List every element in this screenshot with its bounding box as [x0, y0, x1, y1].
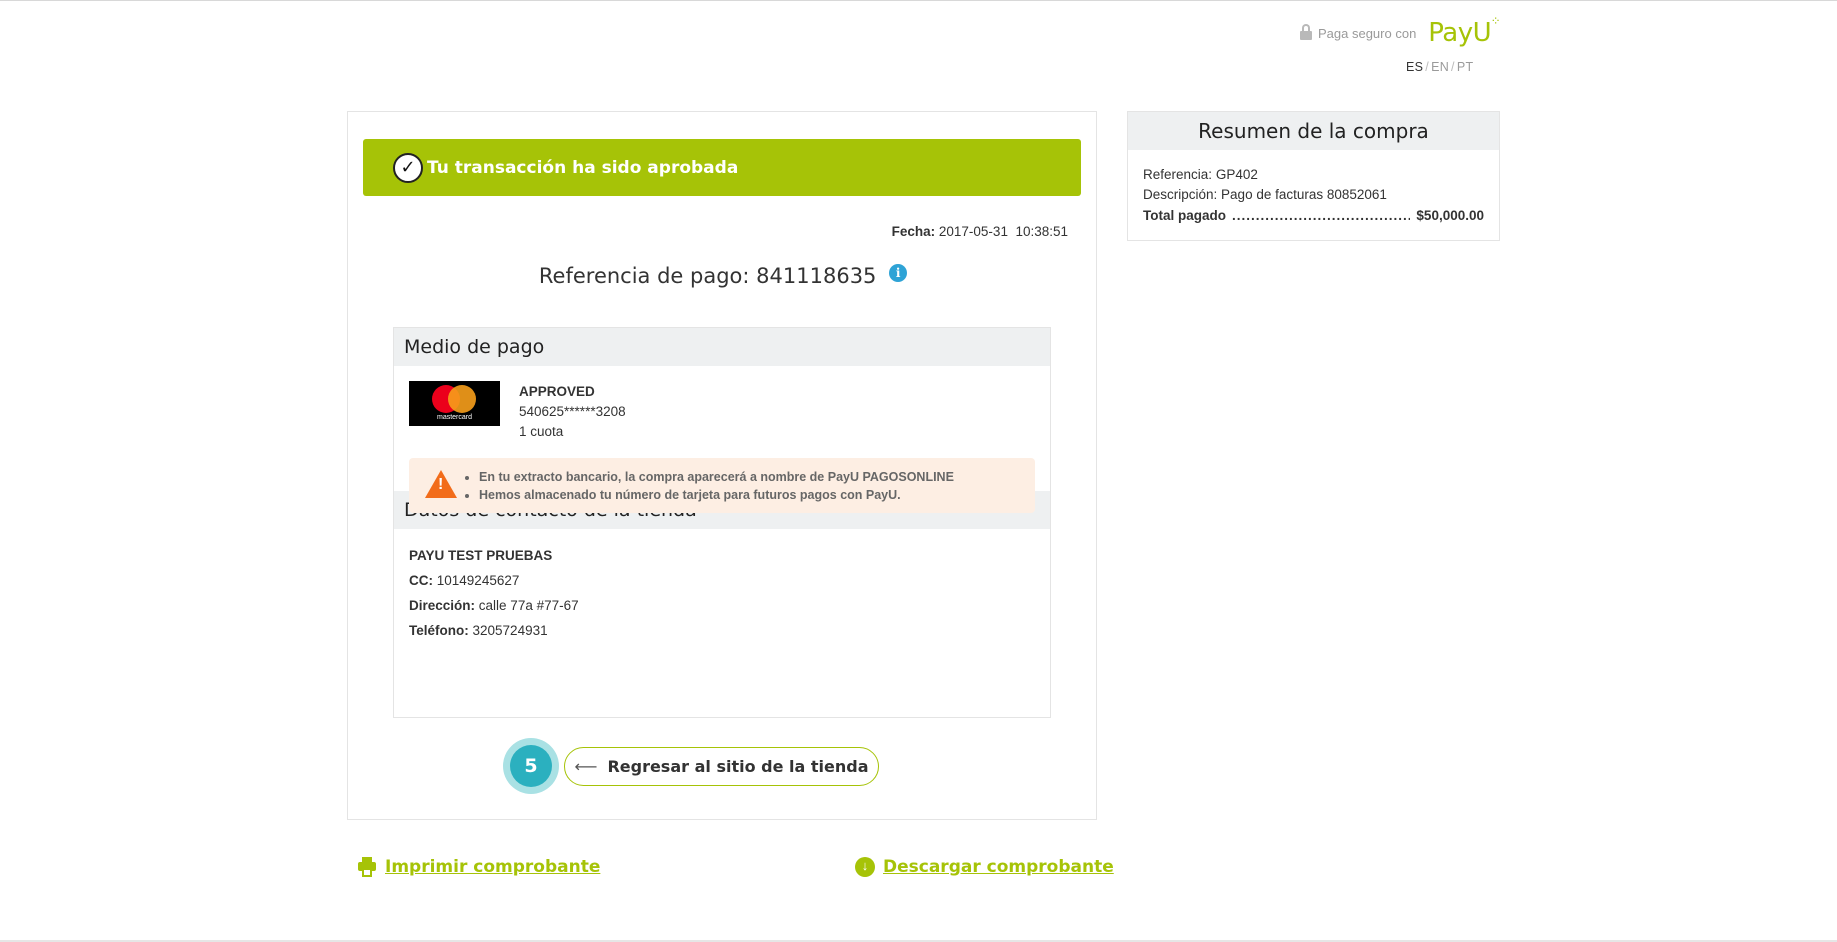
card-number: 540625******3208 — [519, 404, 626, 419]
top-border — [0, 0, 1837, 1]
dot-leader: ........................................… — [1232, 208, 1410, 223]
language-selector: ES / EN / PT — [1406, 60, 1474, 74]
back-button-label: Regresar al sitio de la tienda — [607, 757, 869, 776]
address-label: Dirección: — [409, 598, 476, 613]
warning-notice: ! En tu extracto bancario, la compra apa… — [409, 458, 1035, 513]
ref-label: Referencia de pago: — [538, 264, 750, 288]
phone-value: 3205724931 — [472, 623, 548, 638]
print-label[interactable]: Imprimir comprobante — [385, 857, 600, 877]
transaction-card: ✓ Tu transacción ha sido aprobada Fecha:… — [347, 111, 1097, 820]
payment-status: APPROVED — [519, 384, 595, 399]
cc-value: 10149245627 — [436, 573, 520, 588]
info-icon[interactable]: i — [889, 264, 908, 282]
payment-reference: Referencia de pago: 841118635 i — [348, 264, 1098, 288]
secure-text: Paga seguro con — [1318, 25, 1417, 41]
cc-label: CC: — [409, 573, 433, 588]
payment-info: APPROVED 540625******3208 1 cuota — [519, 382, 626, 442]
print-receipt-link[interactable]: Imprimir comprobante — [357, 857, 600, 877]
total-label: Total pagado — [1143, 208, 1226, 223]
approved-banner: ✓ Tu transacción ha sido aprobada — [363, 139, 1081, 196]
total-row: Total pagado ...........................… — [1143, 206, 1484, 226]
back-to-store-button[interactable]: ⟵ Regresar al sitio de la tienda — [564, 747, 879, 786]
check-circle-icon: ✓ — [393, 152, 423, 183]
summary-ref-label: Referencia: — [1143, 167, 1213, 182]
phone-label: Teléfono: — [409, 623, 469, 638]
mastercard-logo-icon: mastercard — [409, 381, 500, 426]
download-icon: ↓ — [855, 857, 875, 877]
summary-desc-value: Pago de facturas 80852061 — [1221, 187, 1387, 202]
payu-logo: PayU ⁘ — [1428, 14, 1501, 48]
warning-item: En tu extracto bancario, la compra apare… — [479, 468, 954, 486]
purchase-summary: Resumen de la compra Referencia: GP402 D… — [1127, 111, 1500, 241]
address-value: calle 77a #77-67 — [478, 598, 579, 613]
store-contact: PAYU TEST PRUEBAS CC: 10149245627 Direcc… — [394, 529, 1050, 657]
fecha-value: 2017-05-31 10:38:51 — [938, 224, 1068, 239]
step-badge: 5 — [503, 738, 559, 794]
warning-icon: ! — [425, 470, 457, 498]
download-label[interactable]: Descargar comprobante — [883, 857, 1114, 877]
summary-desc-label: Descripción: — [1143, 187, 1218, 202]
payment-details-box: Medio de pago mastercard APPROVED 540625… — [393, 327, 1051, 718]
ref-value: 841118635 — [756, 264, 877, 288]
fecha-label: Fecha: — [891, 224, 936, 239]
lock-icon — [1300, 24, 1312, 41]
download-receipt-link[interactable]: ↓ Descargar comprobante — [855, 857, 1114, 877]
summary-body: Referencia: GP402 Descripción: Pago de f… — [1128, 150, 1499, 226]
arrow-left-icon: ⟵ — [574, 757, 598, 776]
approved-text: Tu transacción ha sido aprobada — [427, 157, 739, 178]
printer-icon — [357, 857, 377, 877]
total-value: $50,000.00 — [1416, 208, 1484, 223]
lang-en[interactable]: EN — [1431, 60, 1449, 74]
summary-title: Resumen de la compra — [1128, 112, 1499, 150]
store-name: PAYU TEST PRUEBAS — [409, 548, 553, 563]
warning-item: Hemos almacenado tu número de tarjeta pa… — [479, 486, 954, 504]
warning-list: En tu extracto bancario, la compra apare… — [479, 468, 954, 504]
lang-es[interactable]: ES — [1406, 60, 1423, 74]
installments: 1 cuota — [519, 424, 564, 439]
medio-de-pago-heading: Medio de pago — [394, 328, 1050, 366]
lang-pt[interactable]: PT — [1457, 60, 1474, 74]
secure-payment-header: Paga seguro con PayU ⁘ — [1300, 14, 1501, 48]
summary-ref-value: GP402 — [1215, 167, 1258, 182]
payment-method-row: mastercard APPROVED 540625******3208 1 c… — [394, 366, 1050, 463]
transaction-date: Fecha: 2017-05-31 10:38:51 — [892, 224, 1068, 239]
